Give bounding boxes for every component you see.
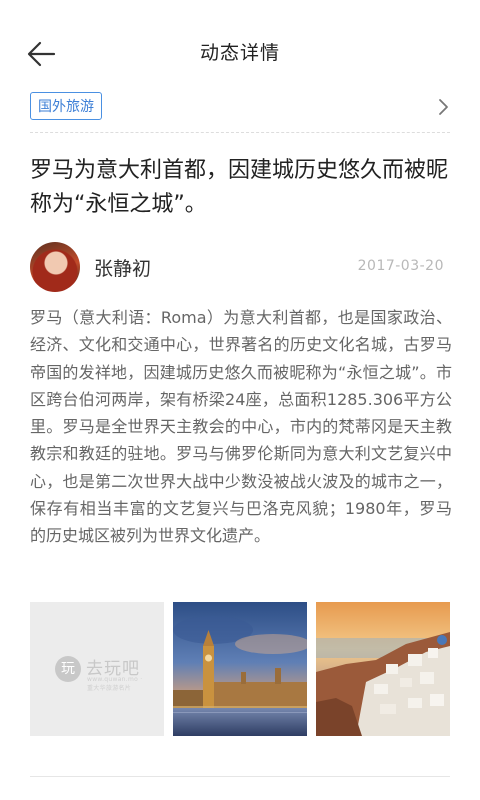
category-row: 国外旅游 [30,92,450,124]
section-divider [30,132,450,133]
article-body: 罗马（意大利语：Roma）为意大利首都，也是国家政治、经济、文化和交通中心，世界… [30,308,452,546]
chevron-right-icon[interactable] [436,98,450,116]
gallery-image-santorini[interactable] [316,602,450,736]
gallery-image-placeholder[interactable]: 玩 去玩吧 www.quwan.mo · 重大华旅游名片 [30,602,164,736]
category-tag[interactable]: 国外旅游 [30,92,102,120]
brand-logo: 玩 去玩吧 www.quwan.mo · 重大华旅游名片 [55,654,145,692]
logo-badge-icon: 玩 [55,656,81,682]
avatar[interactable] [30,242,80,292]
author-row: 张静初 2017-03-20 [30,240,450,294]
top-bar: 动态详情 [0,0,480,106]
logo-subtext: www.quwan.mo · 重大华旅游名片 [87,676,143,692]
image-gallery: 玩 去玩吧 www.quwan.mo · 重大华旅游名片 [30,602,450,736]
santorini-photo [316,602,450,736]
bottom-divider [30,776,450,777]
post-date: 2017-03-20 [357,258,444,274]
page-title: 动态详情 [199,42,280,64]
big-ben-photo [173,602,307,736]
gallery-image-big-ben[interactable] [173,602,307,736]
article-title: 罗马为意大利首都，因建城历史悠久而被昵称为“永恒之城”。 [30,158,449,217]
author-name[interactable]: 张静初 [94,254,151,281]
